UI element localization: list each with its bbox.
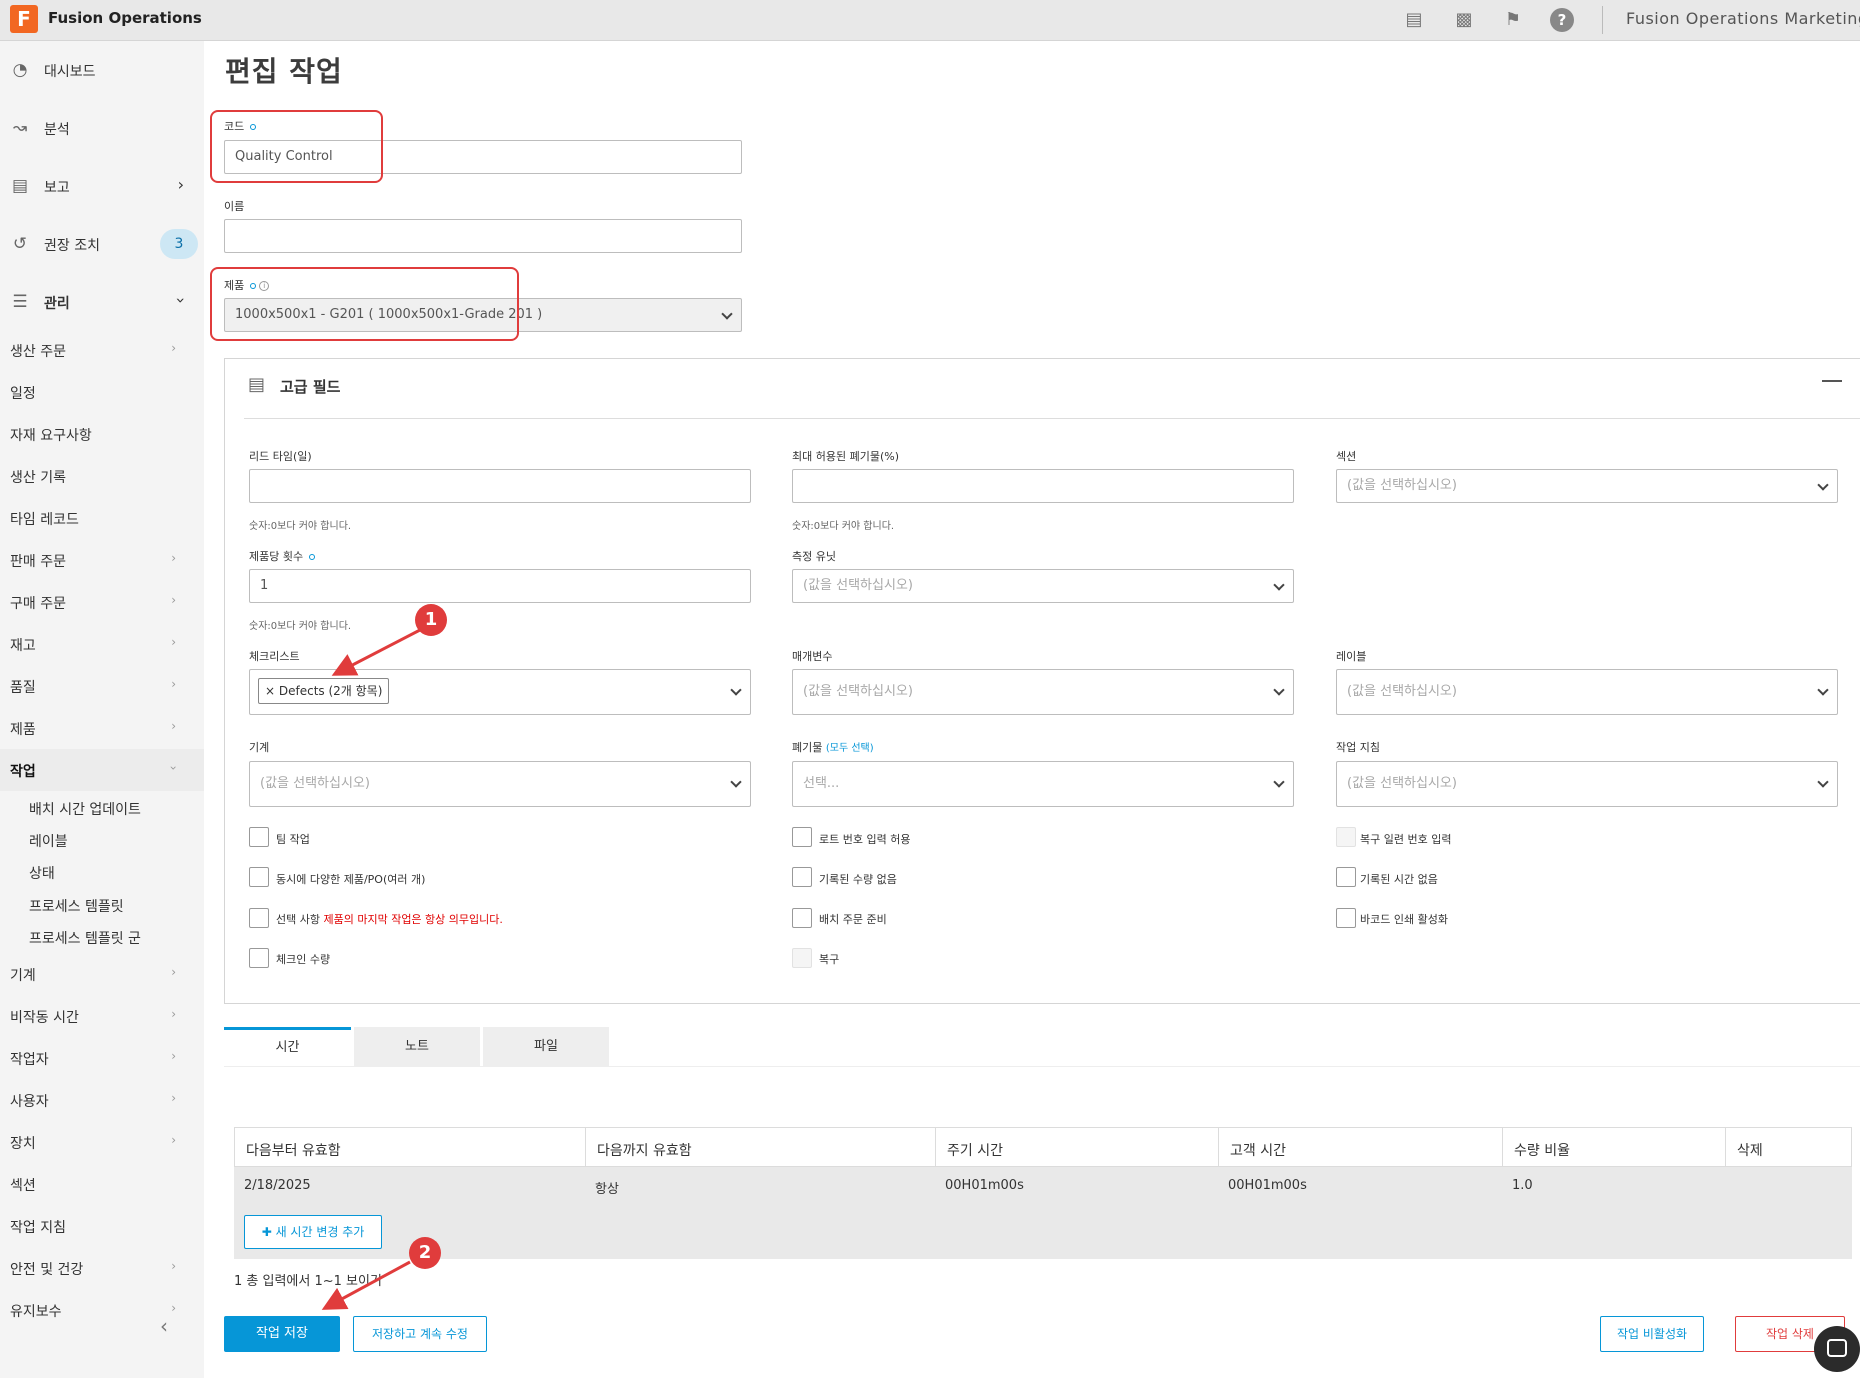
annotation-arrow-1 bbox=[331, 628, 421, 676]
annotation-marker-1: 1 bbox=[415, 604, 447, 636]
annotation-arrow-2 bbox=[321, 1260, 411, 1310]
annotation-marker-2: 2 bbox=[409, 1237, 441, 1269]
annotation-overlay bbox=[321, 628, 421, 1310]
